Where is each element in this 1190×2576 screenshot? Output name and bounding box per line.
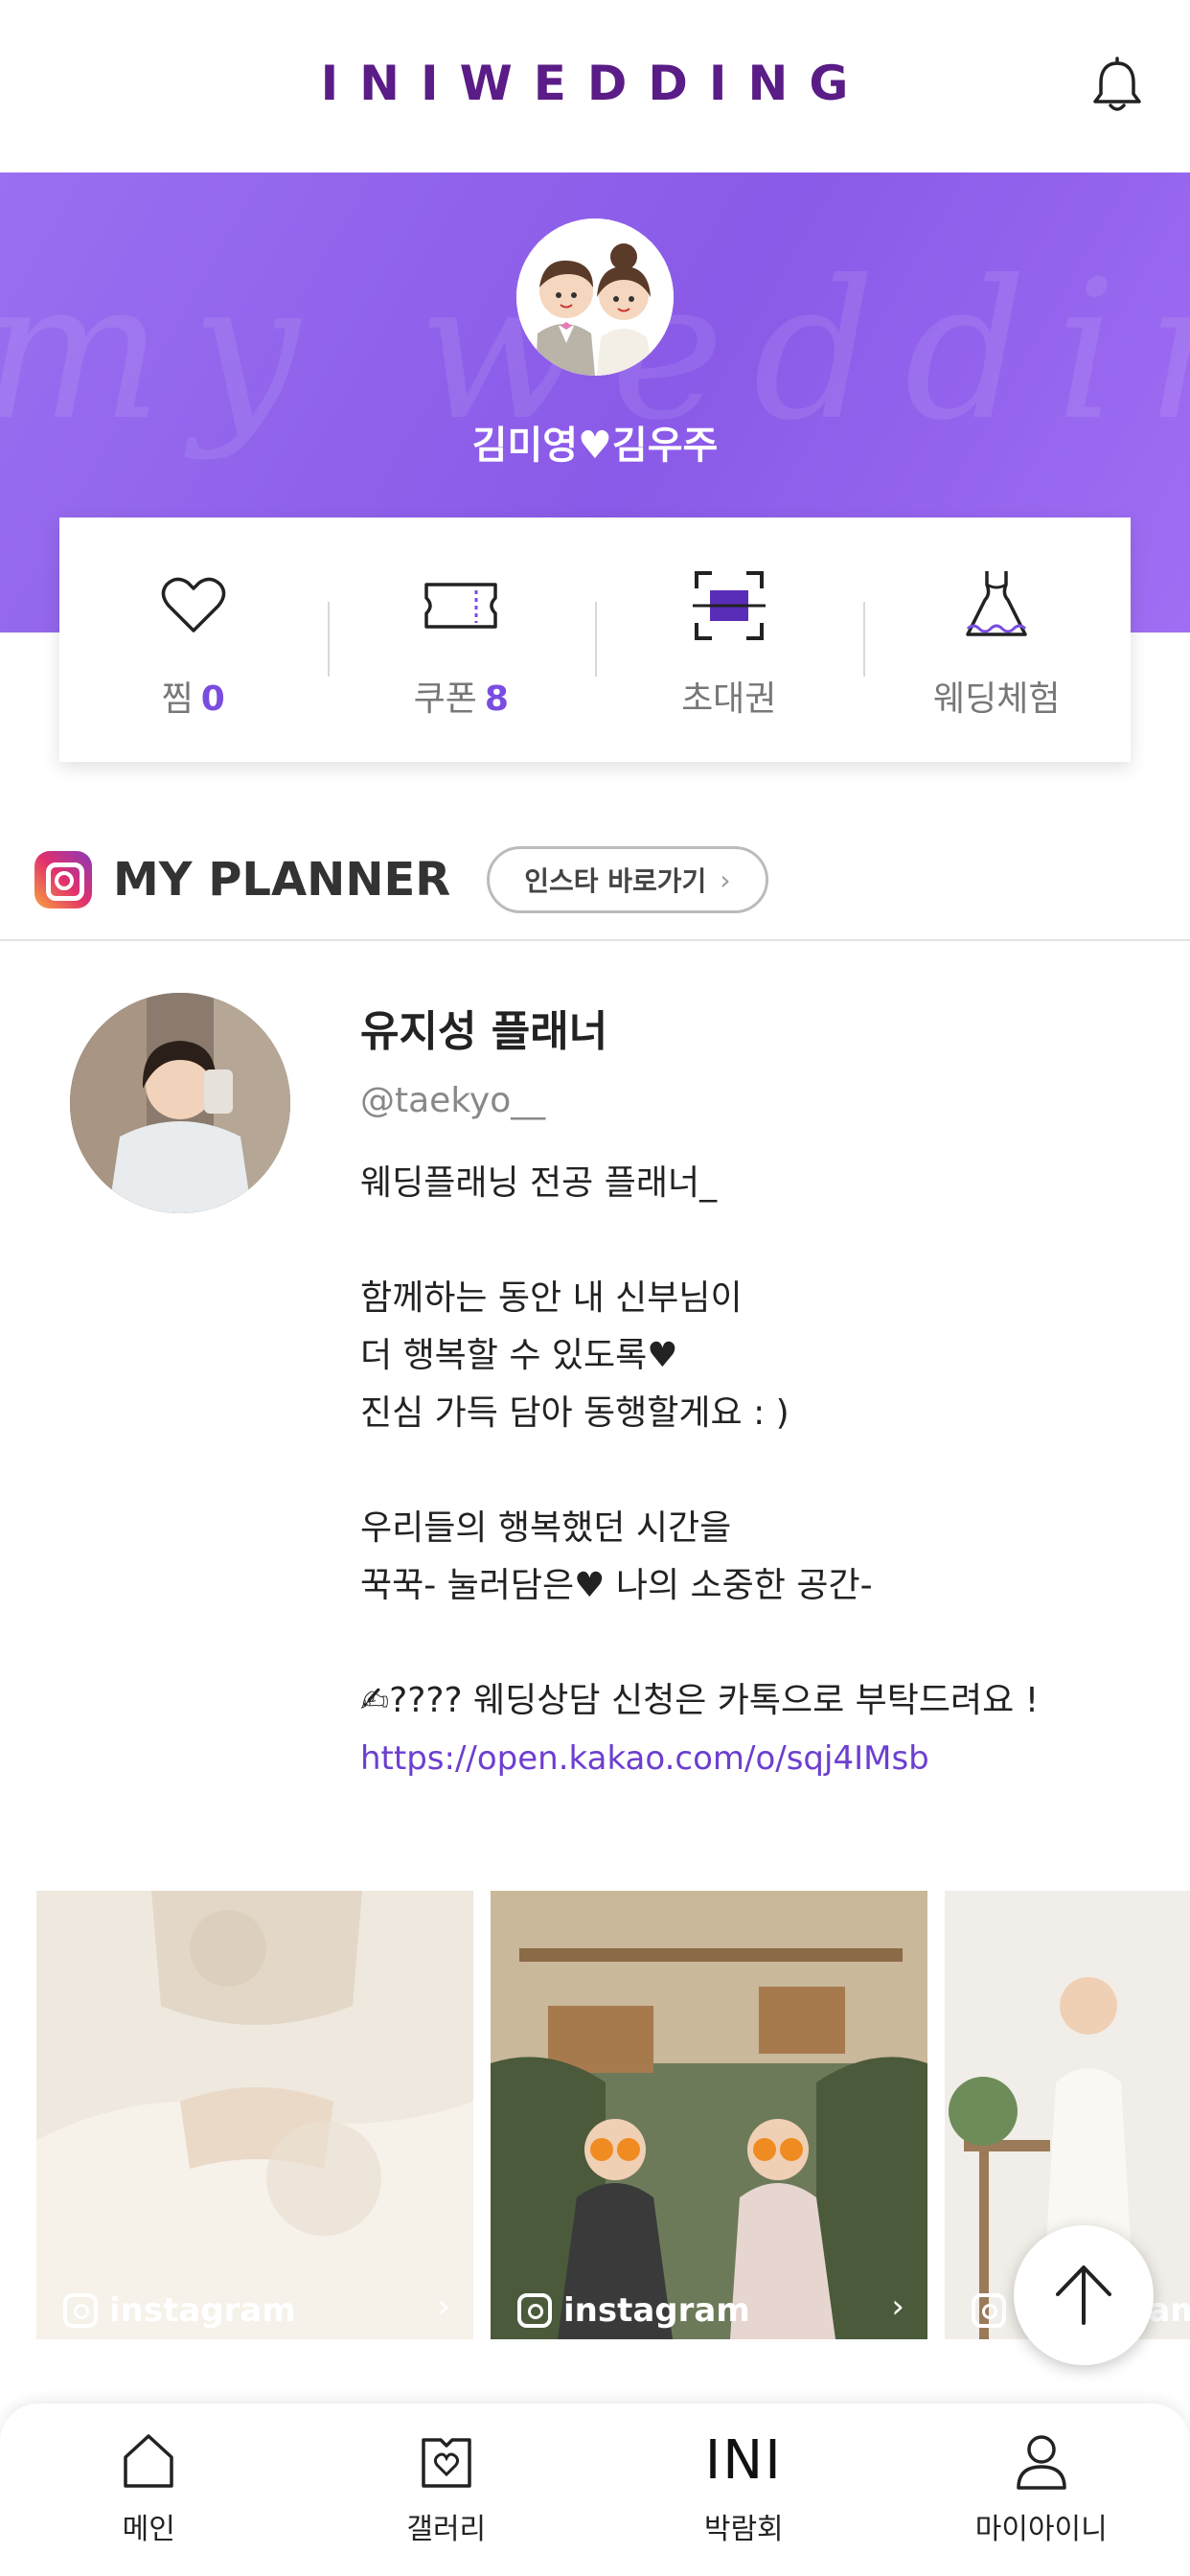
- divider: [0, 939, 1190, 941]
- stat-wedding-experience[interactable]: 웨딩체험: [862, 518, 1132, 762]
- gallery-photo: [491, 1891, 927, 2339]
- gallery-caption: instagram: [63, 2291, 296, 2330]
- ticket-icon: [424, 583, 497, 629]
- nav-my-page-label: 마이아이니: [974, 2513, 1108, 2546]
- gallery-photo: [36, 1891, 473, 2339]
- ini-logo-icon: INI: [704, 2429, 783, 2492]
- user-icon: [1017, 2435, 1066, 2490]
- planner-section-header: MY PLANNER 인스타 바로가기 ›: [34, 843, 1156, 916]
- stat-coupon-count: 8: [484, 679, 509, 719]
- stat-wedding-experience-label: 웨딩체험: [933, 679, 1061, 719]
- dress-icon: [966, 571, 1027, 636]
- gallery-caption-text: instagram: [109, 2291, 296, 2330]
- instagram-outline-icon: [517, 2293, 552, 2328]
- gallery-icon: [422, 2438, 471, 2488]
- couple-illustration: [516, 218, 674, 376]
- planner-avatar[interactable]: [70, 993, 290, 1213]
- gallery-caption-text: instagram: [563, 2291, 750, 2330]
- bell-icon[interactable]: [1087, 56, 1148, 117]
- gallery-item[interactable]: instagram ›: [491, 1891, 927, 2339]
- arrow-up-icon: [1056, 2266, 1111, 2325]
- planner-info: 유지성 플래너 @taekyo__ 웨딩플래닝 전공 플래너_ 함께하는 동안 …: [360, 997, 1146, 1787]
- instagram-icon: [34, 851, 92, 908]
- stat-coupon-label: 쿠폰: [413, 679, 477, 719]
- instagram-shortcut-button[interactable]: 인스타 바로가기 ›: [487, 846, 768, 913]
- chevron-right-icon: ›: [437, 2288, 450, 2326]
- couple-name: 김미영♥김우주: [471, 424, 719, 468]
- nav-gallery-label: 갤러리: [406, 2513, 487, 2546]
- scroll-to-top-button[interactable]: [1014, 2225, 1154, 2365]
- planner-photo-image: [70, 993, 290, 1213]
- heart-icon: [161, 577, 225, 632]
- invitation-icon: [692, 571, 766, 640]
- chevron-right-icon: ›: [720, 863, 731, 896]
- stat-wishlist-count: 0: [200, 679, 225, 719]
- nav-my-page[interactable]: 마이아이니: [893, 2404, 1190, 2576]
- planner-handle[interactable]: @taekyo__: [360, 1081, 1146, 1120]
- gallery-caption: instagram: [517, 2291, 750, 2330]
- nav-main[interactable]: 메인: [0, 2404, 298, 2576]
- nav-main-label: 메인: [122, 2513, 175, 2546]
- instagram-outline-icon: [63, 2293, 98, 2328]
- nav-fair-label: 박람회: [703, 2513, 784, 2546]
- bottom-navigation: 메인 갤러리 INI 박람회 마이아이니: [0, 2404, 1190, 2576]
- instagram-shortcut-label: 인스타 바로가기: [524, 865, 707, 897]
- top-bar: INIWEDDING: [0, 0, 1190, 172]
- stat-coupon[interactable]: 쿠폰 8: [327, 518, 596, 762]
- kakao-link[interactable]: https://open.kakao.com/o/sqj4IMsb: [360, 1730, 1146, 1787]
- gallery-item[interactable]: instagram ›: [36, 1891, 473, 2339]
- couple-avatar[interactable]: [516, 218, 674, 376]
- chevron-right-icon: ›: [891, 2288, 904, 2326]
- stat-invitation[interactable]: 초대권: [595, 518, 863, 762]
- instagram-outline-icon: [972, 2293, 1006, 2328]
- app-logo[interactable]: INIWEDDING: [0, 56, 1190, 111]
- planner-bio: 웨딩플래닝 전공 플래너_ 함께하는 동안 내 신부님이 더 행복할 수 있도록…: [360, 1163, 1040, 1720]
- stats-card: 찜0 쿠폰 8 초대권 웨딩체험: [59, 518, 1131, 762]
- stat-wishlist[interactable]: 찜0: [59, 518, 328, 762]
- nav-fair[interactable]: INI 박람회: [595, 2404, 893, 2576]
- home-icon: [124, 2434, 173, 2488]
- planner-name: 유지성 플래너: [360, 1007, 608, 1056]
- nav-gallery[interactable]: 갤러리: [298, 2404, 596, 2576]
- stat-invitation-label: 초대권: [681, 679, 777, 719]
- section-title: MY PLANNER: [113, 853, 451, 907]
- stat-wishlist-label: 찜: [161, 679, 194, 719]
